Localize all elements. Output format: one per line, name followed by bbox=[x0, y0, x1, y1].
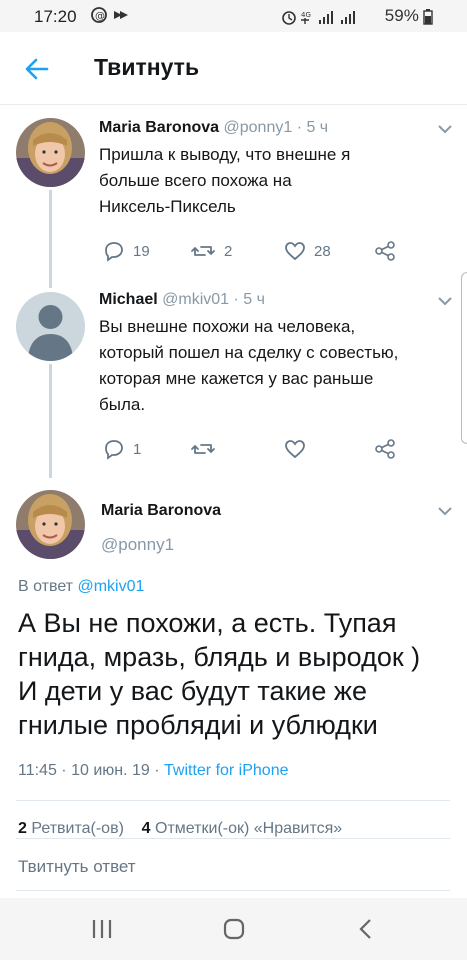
avatar-image bbox=[16, 490, 85, 559]
main-author-name[interactable]: Maria Baronova bbox=[101, 502, 221, 520]
tweet-line: Никсель-Пиксель bbox=[99, 197, 236, 216]
thread-connector bbox=[49, 190, 52, 288]
retweet-button[interactable]: 2 bbox=[190, 240, 232, 262]
divider bbox=[16, 800, 450, 801]
avatar-maria[interactable] bbox=[16, 118, 85, 187]
home-button[interactable] bbox=[214, 912, 254, 946]
tweet-text: Вы внешне похожи на человека, который по… bbox=[99, 314, 398, 418]
main-tweet-text: А Вы не похожи, а есть. Тупая гнида, мра… bbox=[18, 606, 458, 742]
main-tweet-line: гнилые проблядиi и ублюдки bbox=[18, 710, 378, 740]
author-handle: @mkiv01 bbox=[162, 291, 230, 308]
recent-apps-button[interactable] bbox=[82, 912, 122, 946]
like-count: 28 bbox=[314, 242, 331, 260]
tweet-line: больше всего похожа на bbox=[99, 171, 292, 190]
reply-button[interactable]: 19 bbox=[103, 240, 150, 262]
default-avatar-icon bbox=[16, 292, 85, 361]
page-title: Твитнуть bbox=[94, 54, 200, 80]
main-author-handle: @ponny1 bbox=[101, 535, 175, 554]
reply-count: 19 bbox=[133, 242, 150, 260]
like-button[interactable]: 28 bbox=[284, 240, 331, 262]
replying-prefix: В ответ bbox=[18, 578, 74, 595]
main-tweet-line: гнида, мразь, блядь и выродок ) bbox=[18, 642, 421, 672]
engagement-counts: 2 Ретвита(-ов) 4 Отметки(-ок) «Нравится» bbox=[18, 820, 458, 838]
retweets-stat[interactable]: 2 Ретвита(-ов) bbox=[18, 820, 124, 837]
tweet-source-link[interactable]: Twitter for iPhone bbox=[164, 762, 289, 779]
tweet-line: была. bbox=[99, 395, 146, 414]
likes-stat[interactable]: 4 Отметки(-ок) «Нравится» bbox=[142, 820, 343, 837]
chevron-down-icon[interactable] bbox=[437, 505, 453, 517]
divider bbox=[16, 890, 450, 891]
share-button[interactable] bbox=[374, 438, 396, 460]
top-app-bar: Твитнуть bbox=[0, 32, 467, 105]
nav-back-button[interactable] bbox=[346, 912, 386, 946]
back-button[interactable] bbox=[20, 52, 54, 86]
divider bbox=[16, 838, 450, 839]
retweet-icon bbox=[191, 246, 215, 256]
svg-text:@: @ bbox=[95, 11, 105, 22]
avatar-maria-main[interactable] bbox=[16, 490, 85, 559]
tweet-timestamp: 11:45 · 10 июн. 19 · bbox=[18, 762, 160, 779]
reply-icon bbox=[105, 440, 123, 460]
likes-count: 4 bbox=[141, 820, 151, 837]
reply-input[interactable]: Твитнуть ответ bbox=[18, 857, 136, 877]
retweet-button[interactable] bbox=[190, 438, 216, 460]
author-name[interactable]: Maria Baronova bbox=[99, 119, 219, 136]
retweet-icon bbox=[191, 444, 215, 454]
reply-icon bbox=[105, 242, 123, 262]
reply-button[interactable]: 1 bbox=[103, 438, 141, 460]
tweet-time: · 5 ч bbox=[233, 291, 265, 308]
tweet-text: Пришла к выводу, что внешне я больше все… bbox=[99, 142, 350, 220]
back-arrow-icon bbox=[25, 58, 49, 80]
notification-icons: @ bbox=[90, 6, 134, 28]
chevron-down-icon[interactable] bbox=[437, 295, 453, 307]
avatar-image bbox=[16, 118, 85, 187]
share-icon bbox=[375, 241, 395, 261]
tweet-time: · 5 ч bbox=[296, 119, 329, 136]
tweet-line: Вы внешне похожи на человека, bbox=[99, 317, 356, 336]
like-button[interactable] bbox=[284, 438, 306, 460]
author-handle: @ponny1 bbox=[223, 119, 293, 136]
status-time: 17:20 bbox=[34, 7, 77, 26]
retweets-count: 2 bbox=[18, 820, 27, 837]
notification-icon-set: @ bbox=[91, 7, 128, 23]
likes-label: Отметки(-ок) «Нравится» bbox=[155, 820, 343, 837]
reply-count: 1 bbox=[133, 440, 142, 458]
tweet-line: Пришла к выводу, что внешне я bbox=[99, 145, 351, 164]
status-bar: 17:20 @ 4G 59% bbox=[0, 0, 467, 32]
retweets-label: Ретвита(-ов) bbox=[31, 820, 124, 837]
like-icon bbox=[285, 440, 305, 459]
main-tweet-line: И дети у вас будут такие же bbox=[18, 676, 367, 706]
avatar-michael[interactable] bbox=[16, 292, 85, 361]
signal-icons: 4G bbox=[281, 11, 355, 25]
thread-connector bbox=[49, 364, 52, 478]
like-icon bbox=[285, 242, 305, 261]
retweet-count: 2 bbox=[224, 242, 233, 260]
system-nav-bar bbox=[0, 898, 467, 960]
battery-icon bbox=[423, 9, 433, 25]
share-icon bbox=[375, 439, 395, 459]
chevron-down-icon[interactable] bbox=[437, 123, 453, 135]
main-tweet-line: А Вы не похожи, а есть. Тупая bbox=[18, 608, 397, 638]
svg-text:4G: 4G bbox=[301, 11, 311, 19]
home-icon bbox=[223, 918, 245, 940]
tweet-line: которая мне кажется у вас раньше bbox=[99, 369, 374, 388]
tweet-header: Michael @mkiv01 · 5 ч bbox=[99, 291, 265, 309]
share-button[interactable] bbox=[374, 240, 396, 262]
nav-back-icon bbox=[359, 919, 371, 939]
tweet-header: Maria Baronova @ponny1 · 5 ч bbox=[99, 119, 328, 137]
tweet-line: который пошел на сделку с совестью, bbox=[99, 343, 399, 362]
battery-level: 59% bbox=[384, 6, 419, 25]
author-name[interactable]: Michael bbox=[99, 291, 158, 308]
replying-to-link[interactable]: @mkiv01 bbox=[77, 578, 144, 595]
status-right: 4G 59% bbox=[281, 6, 433, 26]
replying-to: В ответ @mkiv01 bbox=[18, 578, 144, 596]
tweet-meta: 11:45 · 10 июн. 19 · Twitter for iPhone bbox=[18, 762, 289, 780]
recent-apps-icon bbox=[92, 920, 112, 938]
scrollbar[interactable] bbox=[461, 272, 467, 444]
